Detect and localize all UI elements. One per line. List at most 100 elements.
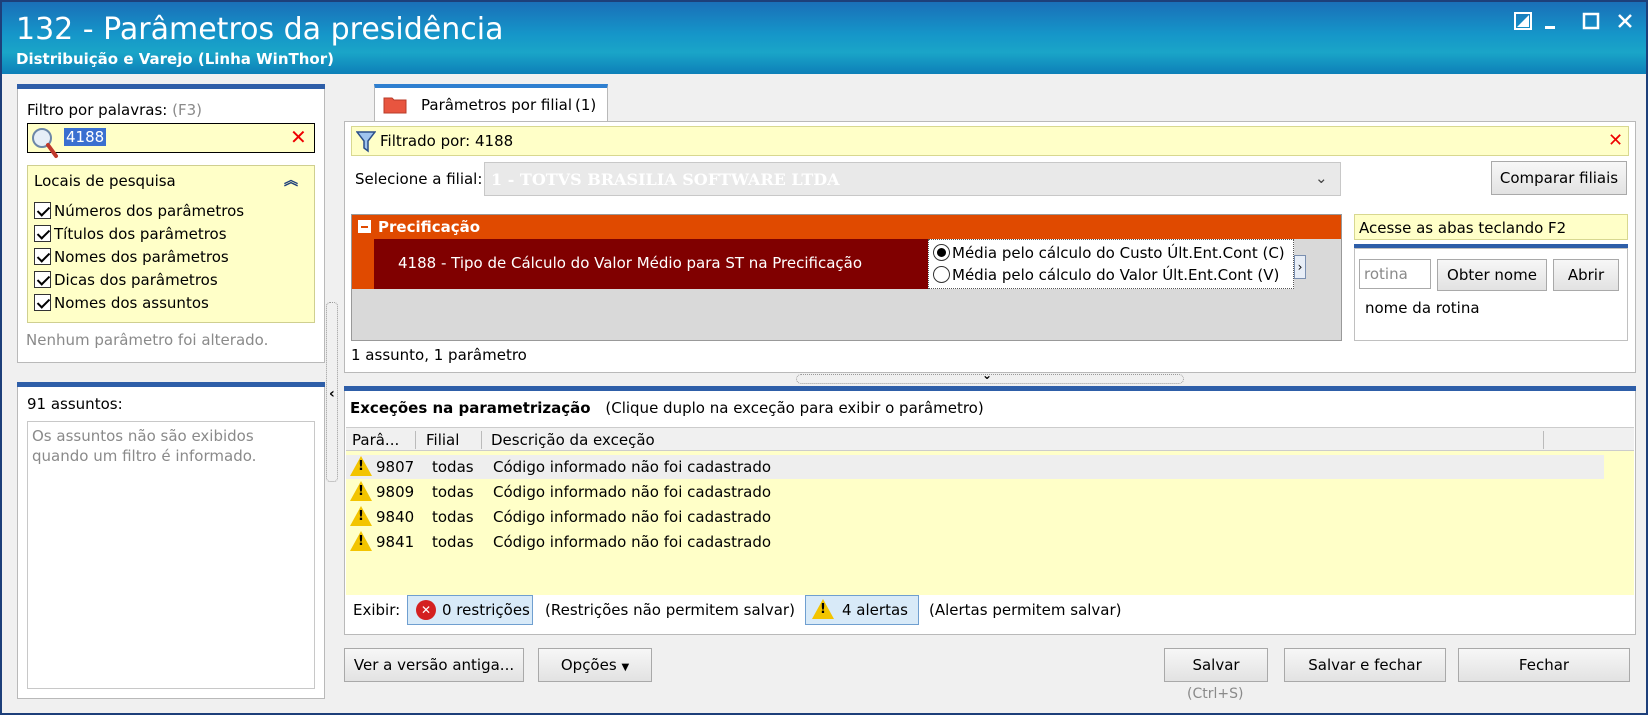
error-icon: ✕ — [416, 600, 436, 620]
save-shortcut: (Ctrl+S) — [1187, 686, 1244, 702]
routine-panel: rotina Obter nome Abrir nome da rotina — [1354, 248, 1628, 341]
checkbox-checked-icon[interactable] — [34, 225, 51, 242]
dropdown-arrow-icon: ▼ — [621, 662, 630, 673]
restore-icon[interactable] — [1510, 10, 1536, 36]
alerts-toggle[interactable]: 4 alertas — [805, 595, 919, 625]
options-label: Opções — [560, 656, 617, 674]
hint-text: Acesse as abas teclando F2 — [1359, 219, 1567, 237]
column-header-description[interactable]: Descrição da exceção — [491, 431, 1544, 449]
filter-value: 4188 — [64, 128, 107, 146]
get-name-button[interactable]: Obter nome — [1437, 259, 1547, 291]
clear-filter-icon[interactable]: ✕ — [290, 125, 307, 149]
close-icon[interactable] — [1612, 10, 1638, 36]
param-row[interactable]: 4188 - Tipo de Cálculo do Valor Médio pa… — [374, 239, 928, 289]
funnel-icon — [355, 131, 377, 157]
column-header-branch[interactable]: Filial — [426, 431, 482, 449]
warning-icon — [350, 506, 372, 526]
table-row[interactable]: 9809 todas Código informado não foi cada… — [346, 480, 1604, 504]
location-item[interactable]: Títulos dos parâmetros — [34, 223, 244, 246]
table-header: Parâ... Filial Descrição da exceção — [346, 427, 1634, 451]
alerts-label: 4 alertas — [842, 601, 908, 619]
location-item[interactable]: Números dos parâmetros — [34, 200, 244, 223]
radio-unselected-icon[interactable] — [933, 266, 950, 283]
collapse-bottom-icon[interactable]: ⌄ — [982, 368, 992, 382]
old-version-button[interactable]: Ver a versão antiga... — [344, 648, 524, 682]
params-area: Filtrado por: 4188 ✕ Selecione a filial:… — [344, 121, 1636, 373]
show-label: Exibir: — [353, 601, 401, 619]
exceptions-table: Parâ... Filial Descrição da exceção 9807… — [346, 427, 1634, 595]
params-summary: 1 assunto, 1 parâmetro — [351, 346, 527, 364]
clear-filter-bar-icon[interactable]: ✕ — [1608, 130, 1623, 151]
warning-icon — [350, 481, 372, 501]
option-valor[interactable]: Média pelo cálculo do Valor Últ.Ent.Cont… — [933, 266, 1279, 284]
collapse-group-icon[interactable] — [358, 220, 371, 233]
compare-branches-button[interactable]: Comparar filiais — [1491, 161, 1627, 195]
group-title: Precificação — [378, 218, 481, 236]
options-button[interactable]: Opções ▼ — [538, 648, 652, 682]
restrictions-note: (Restrições não permitem salvar) — [545, 601, 795, 619]
routine-input[interactable]: rotina — [1359, 259, 1431, 289]
window-subtitle: Distribuição e Varejo (Linha WinThor) — [16, 50, 334, 68]
branch-select[interactable]: 1 - TOTVS BRASILIA SOFTWARE LTDA ⌄ — [484, 162, 1341, 196]
subjects-message: Os assuntos não são exibidos quando um f… — [27, 421, 315, 689]
params-grid: Precificação 4188 - Tipo de Cálculo do V… — [351, 214, 1342, 341]
tab-count: (1) — [575, 96, 597, 114]
magnifier-icon — [30, 126, 60, 164]
checkbox-checked-icon[interactable] — [34, 248, 51, 265]
hint-box: Acesse as abas teclando F2 — [1354, 214, 1628, 240]
routine-placeholder: rotina — [1364, 265, 1408, 283]
search-locations-box: Locais de pesquisa ︽ Números dos parâmet… — [27, 165, 315, 323]
collapse-left-icon[interactable]: ‹ — [329, 386, 335, 402]
branch-label: Selecione a filial: — [355, 170, 483, 188]
exceptions-panel: Exceções na parametrização (Clique duplo… — [344, 391, 1636, 635]
tab-params-by-branch[interactable]: Parâmetros por filial (1) — [374, 84, 608, 122]
column-header-param[interactable]: Parâ... — [352, 431, 416, 449]
checkbox-checked-icon[interactable] — [34, 202, 51, 219]
checkbox-checked-icon[interactable] — [34, 294, 51, 311]
param-title: 4188 - Tipo de Cálculo do Valor Médio pa… — [398, 254, 863, 272]
no-changes-text: Nenhum parâmetro foi alterado. — [26, 331, 269, 349]
routine-name: nome da rotina — [1365, 299, 1480, 317]
alerts-note: (Alertas permitem salvar) — [929, 601, 1122, 619]
filter-shortcut: (F3) — [172, 101, 203, 119]
subjects-count: 91 assuntos: — [27, 395, 123, 413]
main-window: 132 - Parâmetros da presidência Distribu… — [0, 0, 1648, 715]
maximize-icon[interactable] — [1578, 10, 1604, 36]
close-button[interactable]: Fechar — [1458, 648, 1630, 682]
minimize-icon[interactable] — [1538, 10, 1564, 36]
param-options: Média pelo cálculo do Custo Últ.Ent.Cont… — [928, 239, 1294, 289]
open-button[interactable]: Abrir — [1553, 259, 1619, 291]
search-locations-list: Números dos parâmetros Títulos dos parâm… — [34, 200, 244, 315]
filter-panel: Filtro por palavras: (F3) 4188 ✕ Locais … — [17, 89, 325, 363]
filter-bar-text: Filtrado por: 4188 — [380, 132, 514, 150]
warning-icon — [350, 456, 372, 476]
exceptions-subtitle: (Clique duplo na exceção para exibir o p… — [605, 399, 984, 417]
tab-label: Parâmetros por filial — [421, 96, 573, 114]
save-button[interactable]: Salvar — [1164, 648, 1268, 682]
expand-right-icon[interactable]: › — [1294, 255, 1306, 279]
group-header[interactable]: Precificação — [352, 215, 1341, 239]
location-item[interactable]: Nomes dos parâmetros — [34, 246, 244, 269]
restrictions-label: 0 restrições — [442, 601, 530, 619]
option-custo[interactable]: Média pelo cálculo do Custo Últ.Ent.Cont… — [933, 244, 1285, 262]
location-item[interactable]: Nomes dos assuntos — [34, 292, 244, 315]
restrictions-toggle[interactable]: ✕ 0 restrições — [407, 595, 533, 625]
filter-input[interactable]: 4188 ✕ — [27, 123, 315, 158]
table-row[interactable]: 9840 todas Código informado não foi cada… — [346, 505, 1604, 529]
filter-label: Filtro por palavras: — [27, 101, 168, 119]
location-item[interactable]: Dicas dos parâmetros — [34, 269, 244, 292]
radio-selected-icon[interactable] — [933, 244, 950, 261]
checkbox-checked-icon[interactable] — [34, 271, 51, 288]
branch-select-value: 1 - TOTVS BRASILIA SOFTWARE LTDA — [491, 170, 840, 189]
folder-icon — [383, 94, 407, 118]
warning-icon — [812, 599, 834, 619]
table-row[interactable]: 9807 todas Código informado não foi cada… — [346, 455, 1604, 479]
save-and-close-button[interactable]: Salvar e fechar — [1284, 648, 1446, 682]
filter-bar: Filtrado por: 4188 ✕ — [351, 126, 1629, 156]
window-title: 132 - Parâmetros da presidência — [16, 12, 504, 47]
subjects-panel: 91 assuntos: Os assuntos não são exibido… — [17, 387, 325, 699]
table-row[interactable]: 9841 todas Código informado não foi cada… — [346, 530, 1604, 554]
collapse-icon[interactable]: ︽ — [284, 170, 298, 190]
search-locations-title: Locais de pesquisa — [34, 172, 176, 190]
warning-icon — [350, 531, 372, 551]
